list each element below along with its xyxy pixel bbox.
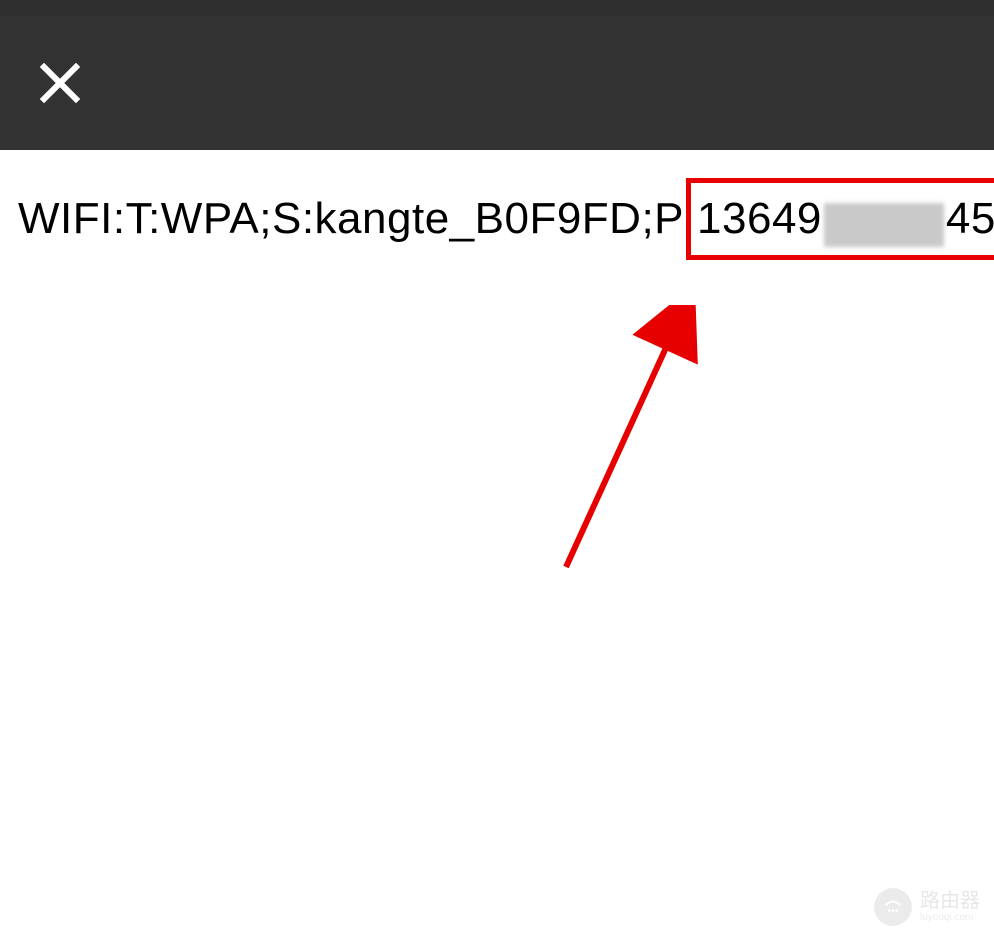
watermark-text-wrap: 路由器 luyouqi.com (920, 891, 980, 923)
annotation-arrow (558, 305, 698, 575)
watermark: 路由器 luyouqi.com (874, 888, 980, 926)
router-icon (874, 888, 912, 926)
header-bar (0, 16, 994, 150)
content-area: WIFI:T:WPA;S:kangte_B0F9FD;P 13649 455;; (0, 150, 994, 260)
status-bar-thin (0, 0, 994, 16)
close-button[interactable] (20, 43, 100, 123)
watermark-label: 路由器 (920, 891, 980, 911)
password-end: 455;; (946, 197, 994, 241)
close-icon (36, 59, 84, 107)
wifi-string-prefix: WIFI:T:WPA;S:kangte_B0F9FD;P (18, 193, 684, 246)
wifi-qr-text: WIFI:T:WPA;S:kangte_B0F9FD;P 13649 455;; (0, 178, 994, 260)
password-start: 13649 (697, 197, 822, 241)
password-highlight-box: 13649 455;; (686, 178, 994, 260)
watermark-sub: luyouqi.com (920, 913, 980, 923)
password-censored (824, 203, 944, 247)
